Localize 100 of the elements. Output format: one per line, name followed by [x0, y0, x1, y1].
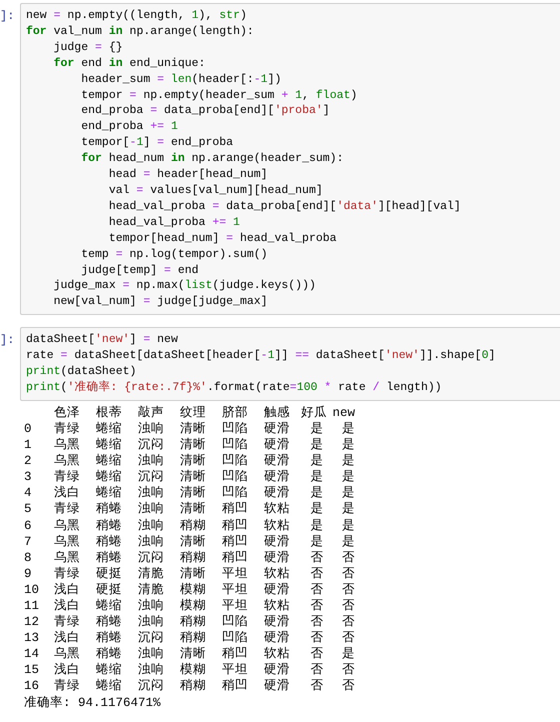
code-line: judge[temp] = end — [80, 262, 199, 278]
code-line: temp = np.log(tempor).sum() — [80, 246, 268, 262]
table-cell: 浅白 — [54, 598, 80, 614]
table-cell: 沉闷 — [138, 469, 164, 486]
table-cell: 浊响 — [138, 662, 164, 678]
code-line: new[val_num] = judge[judge_max] — [52, 294, 268, 310]
row-index: 14 — [24, 646, 40, 662]
table-cell: 蜷缩 — [96, 420, 122, 438]
code-line: end_proba += 1 — [80, 119, 178, 136]
table-cell: 硬滑 — [264, 630, 290, 646]
table-cell: 软粘 — [264, 518, 290, 534]
row-index: 2 — [24, 453, 32, 470]
row-index: 3 — [24, 469, 32, 486]
row-index: 11 — [24, 598, 40, 614]
table-cell: 乌黑 — [54, 518, 80, 534]
row-index: 12 — [24, 614, 40, 630]
table-cell: 模糊 — [180, 582, 206, 598]
row-index: 13 — [24, 630, 40, 646]
table-cell: 浅白 — [54, 662, 80, 678]
table-cell: 硬滑 — [264, 469, 290, 486]
table-cell: 软粘 — [264, 501, 290, 518]
table-cell: 浊响 — [138, 614, 164, 630]
table-cell: 蜷缩 — [96, 678, 122, 695]
table-cell: 是 — [342, 469, 355, 486]
table-cell: 凹陷 — [222, 469, 248, 486]
code-cell[interactable]: dataSheet['new'] = new rate = dataSheet[dataSheet[header[-1]] == dataSheet['new']].shape[0] print(dataSheet) print('准确率: {rate:.7f}%'.format(rate=100 * rate / length)) — [20, 327, 560, 401]
table-cell: 清晰 — [180, 566, 206, 582]
table-cell: 清晰 — [180, 469, 206, 486]
code-line: tempor = np.empty(header_sum + 1, float) — [80, 88, 358, 104]
table-cell: 凹陷 — [222, 420, 248, 438]
row-index: 4 — [24, 485, 32, 502]
table-cell: 稍蜷 — [96, 534, 122, 550]
table-cell: 否 — [310, 646, 324, 662]
table-cell: 蜷缩 — [96, 662, 122, 678]
code-cell[interactable] — [20, 3, 560, 316]
row-index: 7 — [24, 534, 32, 550]
output-text: 准确率: 94.1176471% — [24, 694, 161, 711]
table-cell: 浊响 — [138, 501, 164, 518]
row-index: 0 — [24, 420, 32, 438]
column-header: 根蒂 — [96, 404, 122, 421]
table-cell: 浅白 — [54, 630, 80, 646]
table-cell: 是 — [342, 646, 355, 662]
table-cell: 浊响 — [138, 646, 164, 662]
table-cell: 否 — [342, 630, 355, 646]
table-cell: 稍蜷 — [96, 518, 122, 534]
table-cell: 稍蜷 — [96, 550, 122, 566]
table-cell: 否 — [342, 662, 355, 678]
table-cell: 硬滑 — [264, 453, 290, 470]
table-cell: 平坦 — [222, 662, 248, 678]
table-cell: 是 — [310, 469, 324, 486]
table-cell: 硬滑 — [264, 534, 290, 550]
table-cell: 硬滑 — [264, 678, 290, 695]
column-header: 触感 — [264, 404, 290, 421]
table-cell: 蜷缩 — [96, 469, 122, 486]
table-cell: 是 — [310, 501, 324, 518]
table-cell: 沉闷 — [138, 678, 164, 695]
code-line: judge_max = np.max(list(judge.keys())) — [52, 278, 316, 294]
column-header: 纹理 — [180, 404, 206, 421]
row-index: 5 — [24, 501, 32, 518]
table-cell: 青绿 — [54, 420, 80, 438]
table-cell: 青绿 — [54, 614, 80, 630]
table-cell: 清脆 — [138, 566, 164, 582]
code-line: for val_num in np.arange(length): — [26, 24, 254, 40]
code-line: for head_num in np.arange(header_sum): — [80, 151, 344, 168]
row-index: 9 — [24, 566, 32, 582]
table-cell: 否 — [310, 678, 324, 695]
table-cell: 硬滑 — [264, 437, 290, 454]
code-line: end_proba = data_proba[end]['proba'] — [80, 103, 330, 120]
table-cell: 清晰 — [180, 453, 206, 470]
table-cell: 硬滑 — [264, 420, 290, 438]
table-cell: 清晰 — [180, 485, 206, 502]
table-cell: 硬滑 — [264, 550, 290, 566]
table-cell: 沉闷 — [138, 630, 164, 646]
table-cell: 浅白 — [54, 485, 80, 502]
table-cell: 稍凹 — [222, 646, 248, 662]
table-cell: 稍凹 — [222, 550, 248, 566]
table-cell: 硬滑 — [264, 662, 290, 678]
table-cell: 硬滑 — [264, 582, 290, 598]
code-line: judge = {} — [52, 40, 123, 56]
table-cell: 稍糊 — [180, 550, 206, 566]
column-header: 脐部 — [222, 404, 248, 421]
table-cell: 是 — [342, 534, 355, 550]
table-cell: 硬挺 — [96, 582, 122, 598]
table-cell: 软粘 — [264, 598, 290, 614]
code-line: dataSheet['new'] = new — [26, 332, 178, 348]
table-cell: 稍糊 — [180, 630, 206, 646]
table-cell: 否 — [342, 582, 355, 598]
table-cell: 清晰 — [180, 534, 206, 550]
table-cell: 乌黑 — [54, 534, 80, 550]
table-cell: 浅白 — [54, 582, 80, 598]
table-cell: 浊响 — [138, 453, 164, 470]
row-index: 10 — [24, 582, 40, 598]
table-cell: 否 — [310, 598, 324, 614]
table-cell: 清晰 — [180, 420, 206, 438]
table-cell: 稍蜷 — [96, 646, 122, 662]
table-cell: 乌黑 — [54, 437, 80, 454]
table-cell: 否 — [342, 598, 355, 614]
table-cell: 青绿 — [54, 469, 80, 486]
row-index: 8 — [24, 550, 32, 566]
table-cell: 是 — [310, 485, 324, 502]
